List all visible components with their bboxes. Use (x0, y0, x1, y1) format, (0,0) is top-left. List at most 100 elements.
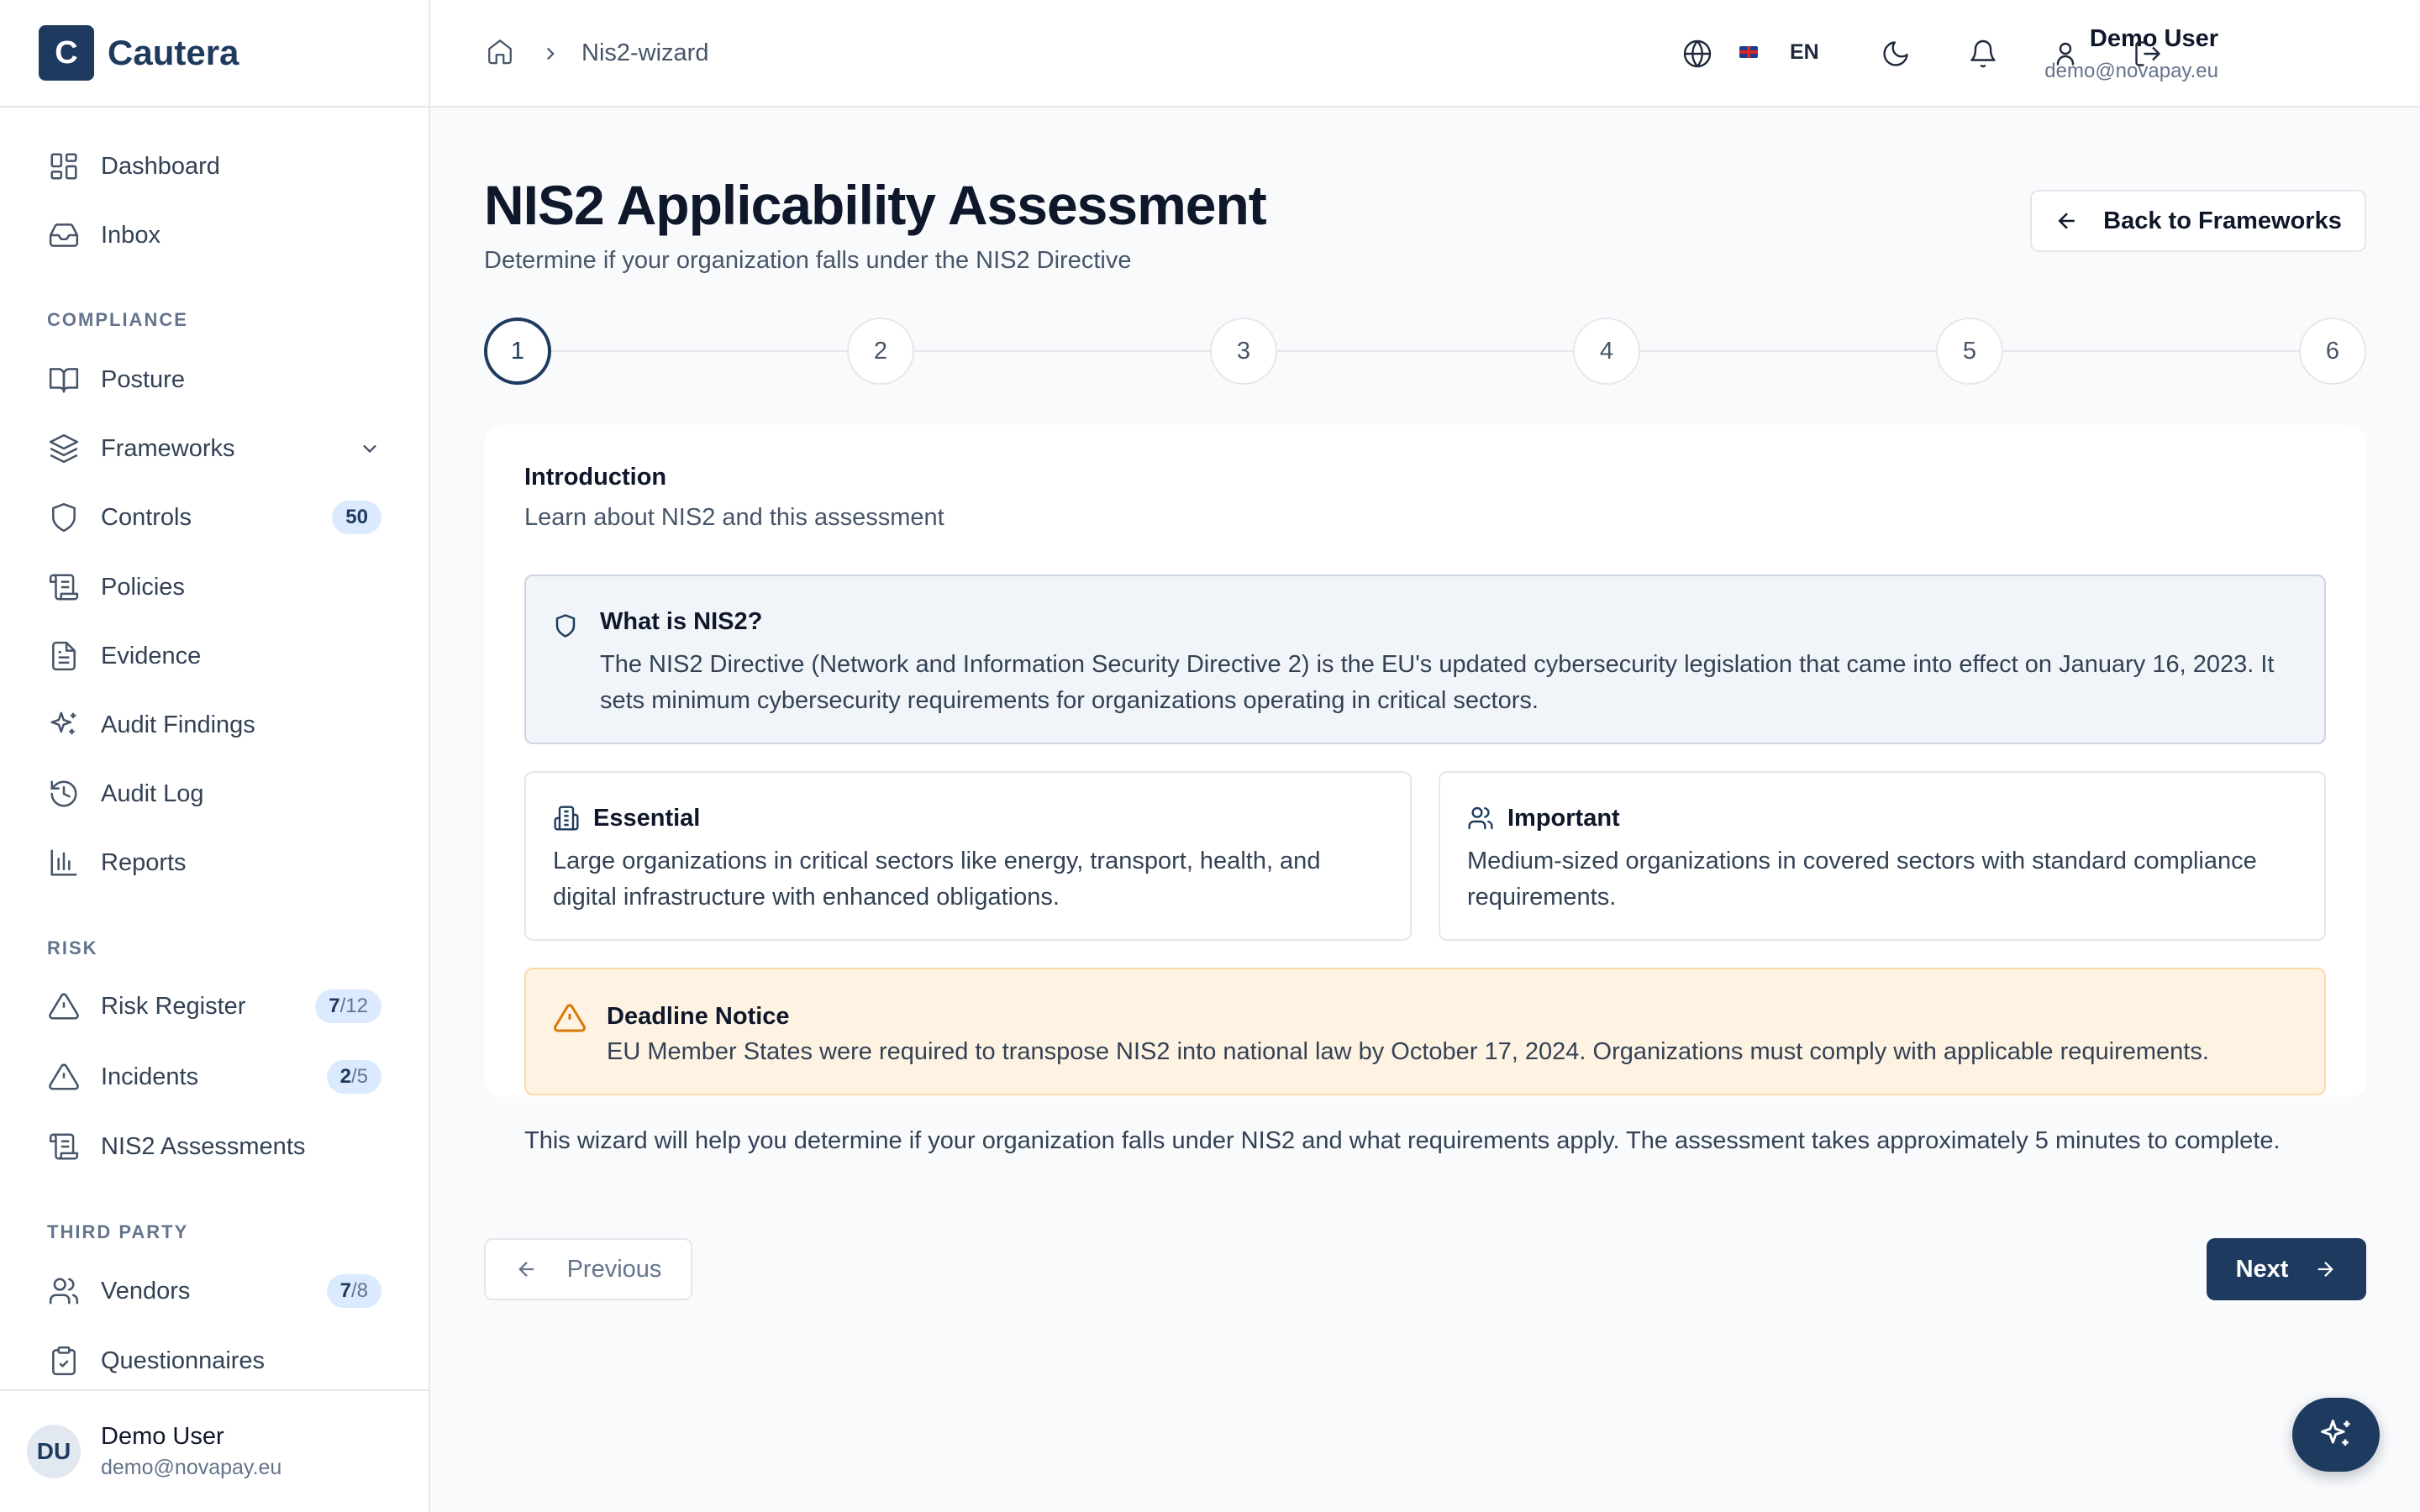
important-card: Important Medium-sized organizations in … (1439, 771, 2326, 941)
history-icon (47, 777, 81, 811)
sidebar-item-reports[interactable]: Reports (47, 839, 381, 886)
user-icon[interactable] (2049, 37, 2082, 71)
inbox-icon (47, 218, 81, 252)
sidebar-item-label: Dashboard (101, 152, 220, 180)
step-3[interactable]: 3 (1210, 318, 1277, 385)
moon-icon[interactable] (1879, 37, 1912, 71)
step-connector (551, 350, 847, 352)
sidebar-item-audit-log[interactable]: Audit Log (47, 770, 381, 817)
sidebar-user-name: Demo User (101, 1423, 224, 1450)
brand[interactable]: C Cautera (0, 0, 429, 108)
file-text-icon (47, 639, 81, 673)
sidebar-item-policies[interactable]: Policies (47, 564, 381, 611)
sidebar-item-frameworks[interactable]: Frameworks (47, 425, 381, 472)
info-box: What is NIS2? The NIS2 Directive (Networ… (524, 575, 2326, 744)
step-4[interactable]: 4 (1573, 318, 1640, 385)
grid-icon (47, 150, 81, 183)
arrow-left-icon (518, 1262, 534, 1277)
step-5[interactable]: 5 (1936, 318, 2003, 385)
sidebar-item-incidents[interactable]: Incidents 2/5 (47, 1053, 381, 1100)
building-icon (553, 805, 581, 833)
section-title-risk: RISK (47, 937, 98, 958)
info-title: What is NIS2? (600, 608, 763, 635)
sidebar-item-label: Controls (101, 503, 192, 531)
badge-count: 7 (329, 995, 340, 1017)
sidebar-item-nis2-assessments[interactable]: NIS2 Assessments (47, 1123, 381, 1170)
language-selector[interactable]: EN (1790, 40, 1819, 65)
sidebar-item-label: Risk Register (101, 992, 246, 1020)
sidebar-item-risk-register[interactable]: Risk Register 7/12 (47, 983, 381, 1030)
card-subtitle: Learn about NIS2 and this assessment (524, 504, 944, 531)
next-label: Next (2235, 1255, 2289, 1283)
info-text: The NIS2 Directive (Network and Informat… (600, 651, 2275, 714)
flag-uk-icon (1739, 46, 1758, 58)
count-badge: 7/8 (326, 1274, 381, 1308)
sidebar-item-label: Frameworks (101, 434, 235, 462)
next-button[interactable]: Next (2207, 1238, 2366, 1300)
back-button-label: Back to Frameworks (2103, 207, 2342, 234)
globe-icon[interactable] (1681, 37, 1714, 71)
users-icon (47, 1274, 81, 1308)
ai-assistant-button[interactable] (2292, 1398, 2380, 1472)
clipboard-check-icon (47, 1344, 81, 1378)
essential-card: Essential Large organizations in critica… (524, 771, 1412, 941)
logout-icon[interactable] (2131, 37, 2165, 71)
badge-total: /8 (350, 1279, 368, 1302)
shield-icon (553, 613, 580, 640)
sidebar-item-dashboard[interactable]: Dashboard (47, 143, 381, 190)
breadcrumb-current: Nis2-wizard (581, 39, 709, 66)
sidebar-item-inbox[interactable]: Inbox (47, 212, 381, 259)
shield-icon (47, 501, 81, 534)
badge-total: /5 (350, 1065, 368, 1088)
arrow-left-icon (2058, 213, 2075, 229)
sidebar-item-label: NIS2 Assessments (101, 1132, 306, 1160)
book-open-icon (47, 363, 81, 396)
sidebar-item-vendors[interactable]: Vendors 7/8 (47, 1268, 381, 1315)
previous-button[interactable]: Previous (484, 1238, 692, 1300)
badge-total: /12 (339, 995, 368, 1017)
sidebar-item-label: Vendors (101, 1277, 191, 1305)
chevron-right-icon (539, 43, 561, 65)
layers-icon (47, 432, 81, 465)
wizard-footnote: This wizard will help you determine if y… (524, 1127, 2281, 1154)
brand-name: Cautera (108, 33, 239, 72)
badge-count: 2 (339, 1065, 351, 1088)
sidebar-item-audit-findings[interactable]: Audit Findings (47, 701, 381, 748)
step-2[interactable]: 2 (847, 318, 914, 385)
step-connector (914, 350, 1210, 352)
avatar: DU (27, 1425, 81, 1478)
sidebar-item-questionnaires[interactable]: Questionnaires (47, 1337, 381, 1384)
alert-triangle-icon (553, 1001, 587, 1035)
important-text: Medium-sized organizations in covered se… (1467, 848, 2257, 911)
home-icon[interactable] (486, 37, 514, 70)
step-1[interactable]: 1 (484, 318, 551, 385)
sidebar-item-controls[interactable]: Controls 50 (47, 494, 381, 541)
back-to-frameworks-button[interactable]: Back to Frameworks (2030, 190, 2366, 252)
alert-triangle-icon (47, 990, 81, 1023)
sparkles-icon (2321, 1420, 2350, 1446)
users-icon (1467, 805, 1496, 833)
card-title: Introduction (524, 464, 667, 491)
sidebar-item-evidence[interactable]: Evidence (47, 633, 381, 680)
previous-label: Previous (566, 1255, 662, 1283)
notice-text: EU Member States were required to transp… (607, 1038, 2209, 1065)
sidebar-user-email: demo@novapay.eu (101, 1456, 282, 1479)
alert-triangle-icon (47, 1060, 81, 1094)
step-card: Introduction Learn about NIS2 and this a… (484, 425, 2366, 1154)
sidebar-item-label: Policies (101, 573, 185, 601)
count-badge: 2/5 (326, 1060, 381, 1094)
badge-count: 7 (339, 1279, 351, 1302)
chevron-down-icon[interactable] (358, 437, 381, 460)
brand-logo: C (39, 25, 94, 81)
sidebar-item-posture[interactable]: Posture (47, 356, 381, 403)
sidebar-item-label: Audit Log (101, 780, 204, 807)
sidebar-item-label: Evidence (101, 642, 202, 669)
arrow-right-icon (2318, 1262, 2334, 1277)
breadcrumb: Nis2-wizard (486, 37, 708, 70)
step-6[interactable]: 6 (2299, 318, 2366, 385)
count-badge: 50 (332, 501, 381, 534)
bell-icon[interactable] (1966, 37, 2000, 71)
important-title: Important (1507, 805, 1620, 832)
sidebar-user[interactable]: DU Demo User demo@novapay.eu (0, 1389, 429, 1512)
step-connector (1277, 350, 1573, 352)
